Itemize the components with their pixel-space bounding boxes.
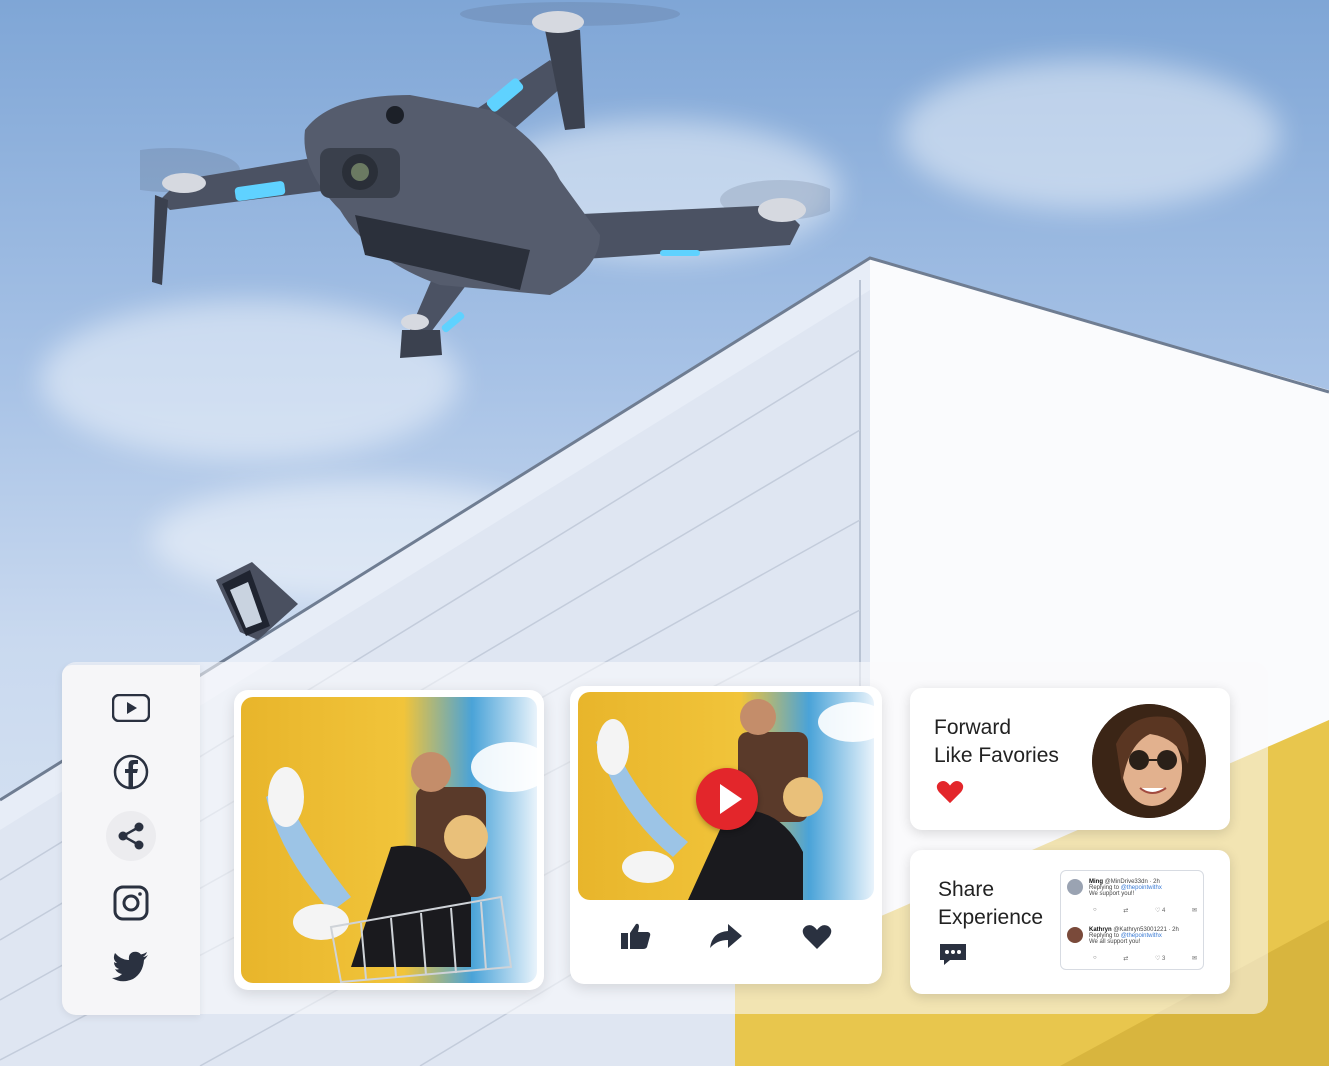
like-icon[interactable]: ♡ 3 [1155, 955, 1165, 962]
couple-photo [241, 697, 537, 983]
like-favorites-label: Like Favories [934, 744, 1059, 767]
favorite-heart-icon[interactable] [936, 780, 964, 809]
like-icon[interactable] [620, 922, 652, 955]
forward-icon[interactable] [708, 922, 744, 955]
facebook-icon[interactable] [106, 747, 156, 797]
photo-card[interactable] [234, 690, 544, 990]
mail-icon[interactable]: ✉ [1192, 907, 1197, 914]
play-button[interactable] [696, 768, 758, 830]
reply-icon[interactable]: ○ [1093, 955, 1097, 962]
youtube-icon[interactable] [106, 683, 156, 733]
avatar [1092, 704, 1206, 818]
share-icon[interactable] [106, 811, 156, 861]
tweet-thread: Ming @MinDrive33dn · 2h Replying to @the… [1060, 870, 1204, 970]
retweet-icon[interactable]: ⇄ [1123, 955, 1128, 962]
tweet-avatar [1067, 879, 1083, 895]
heart-icon[interactable] [802, 924, 832, 955]
video-card[interactable] [570, 686, 882, 984]
forward-title: Forward [934, 716, 1012, 739]
reply-icon[interactable]: ○ [1093, 907, 1097, 914]
share-title: Share [938, 878, 995, 901]
video-thumbnail[interactable] [578, 692, 874, 900]
experience-label: Experience [938, 906, 1044, 929]
mail-icon[interactable]: ✉ [1192, 955, 1197, 962]
share-card: Share Experience Ming @MinDrive33dn · 2h… [910, 850, 1230, 994]
twitter-icon[interactable] [106, 942, 156, 992]
retweet-icon[interactable]: ⇄ [1123, 907, 1128, 914]
forward-card: Forward Like Favories [910, 688, 1230, 830]
instagram-icon[interactable] [106, 878, 156, 928]
tweet-avatar [1067, 927, 1083, 943]
like-icon[interactable]: ♡ 4 [1155, 907, 1165, 914]
drone [140, 2, 830, 358]
social-sidebar [62, 665, 200, 1015]
comment-icon[interactable] [938, 942, 968, 971]
